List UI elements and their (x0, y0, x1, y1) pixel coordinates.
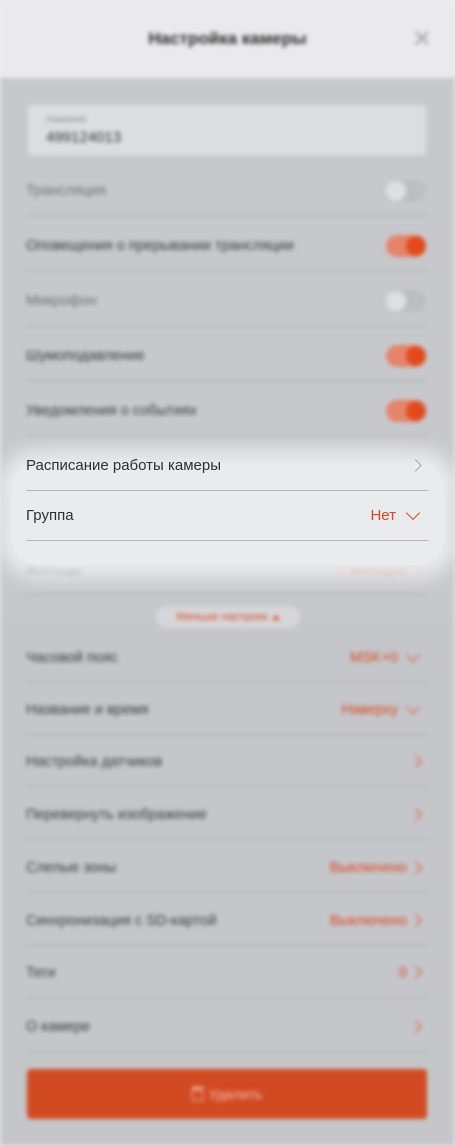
chevron-right-icon (409, 459, 422, 472)
delete-label: Удалить (208, 1086, 263, 1102)
delete-button[interactable]: Удалить (27, 1069, 427, 1119)
advanced-row-timezone[interactable]: Часовой пояс MSK+0 (26, 633, 428, 683)
setting-label: Микрофон (26, 292, 97, 309)
chevron-right-icon (409, 563, 422, 576)
setting-row-event-notifications[interactable]: Уведомления о событиях (26, 386, 428, 436)
schedule-label: Расписание работы камеры (26, 457, 221, 474)
setting-label: Уведомления о событиях (26, 402, 197, 419)
broadcast-toggle[interactable] (386, 179, 426, 202)
setting-label: Трансляция (26, 182, 106, 199)
setting-row-interrupt-alerts[interactable]: Оповещения о прерывании трансляции (26, 221, 428, 271)
setting-row-noise-reduction[interactable]: Шумоподавление (26, 331, 428, 381)
trash-icon (191, 1087, 203, 1101)
advanced-label: Теги (26, 964, 56, 981)
advanced-label: Настройка датчиков (26, 753, 163, 770)
less-settings-label: Меньше настроек (176, 611, 268, 623)
advanced-label: Синхронизация с SD-картой (26, 912, 217, 929)
chevron-right-icon (409, 914, 422, 927)
advanced-row-flip-image[interactable]: Перевернуть изображение (26, 790, 428, 840)
advanced-row-tags[interactable]: Теги 0 (26, 948, 428, 998)
advanced-value: Выключено (329, 912, 407, 929)
chevron-down-icon[interactable] (405, 505, 421, 520)
header: Настройка камеры (0, 0, 455, 78)
schedule-row[interactable]: Расписание работы камеры (26, 441, 428, 491)
page-title: Настройка камеры (148, 29, 307, 48)
advanced-label: Часовой пояс (26, 649, 118, 666)
camera-name-value: 499124013 (46, 129, 122, 146)
microphone-toggle[interactable] (386, 289, 426, 312)
dimmed-background: Настройка камеры Название 499124013 Тран… (0, 0, 455, 1146)
camera-settings-screen: Настройка камеры Название 499124013 Тран… (0, 0, 455, 1146)
chevron-down-icon (405, 647, 421, 662)
advanced-label: Название и время (26, 701, 149, 718)
camera-name-label: Название (46, 114, 87, 124)
noise-reduction-toggle[interactable] (386, 344, 426, 367)
chevron-right-icon (409, 755, 422, 768)
advanced-value: Наверху (341, 701, 398, 718)
event-notifications-toggle[interactable] (386, 399, 426, 422)
less-settings-button[interactable]: Меньше настроек (156, 606, 300, 628)
setting-row-broadcast[interactable]: Трансляция (26, 166, 428, 216)
setting-label: Шумоподавление (26, 347, 145, 364)
advanced-row-about-camera[interactable]: О камере (26, 1002, 428, 1052)
group-row[interactable]: Группа Нет (26, 491, 428, 541)
advanced-label: Перевернуть изображение (26, 806, 207, 823)
caret-up-icon (271, 614, 280, 620)
chevron-right-icon (409, 861, 422, 874)
chevron-right-icon (409, 966, 422, 979)
chevron-down-icon (405, 699, 421, 714)
interrupt-alerts-toggle[interactable] (386, 234, 426, 257)
advanced-row-sensors[interactable]: Настройка датчиков (26, 737, 428, 787)
advanced-row-sd-sync[interactable]: Синхронизация с SD-картой Выключено (26, 896, 428, 946)
advanced-row-blind-zones[interactable]: Слепые зоны Выключено (26, 843, 428, 893)
chevron-right-icon (409, 808, 422, 821)
setting-label: Оповещения о прерывании трансляции (26, 237, 294, 254)
advanced-row-name-time[interactable]: Название и время Наверху (26, 685, 428, 735)
group-label: Группа (26, 507, 74, 524)
advanced-value: 0 (398, 964, 407, 981)
advanced-label: О камере (26, 1018, 91, 1035)
advanced-value: Выключено (329, 859, 407, 876)
group-value: Нет (370, 507, 396, 524)
close-icon[interactable] (413, 29, 431, 47)
setting-row-microphone[interactable]: Микрофон (26, 276, 428, 326)
camera-name-field[interactable]: Название 499124013 (28, 105, 426, 155)
advanced-label: Слепые зоны (26, 859, 117, 876)
advanced-value: MSK+0 (350, 649, 398, 666)
chevron-right-icon (409, 1020, 422, 1033)
